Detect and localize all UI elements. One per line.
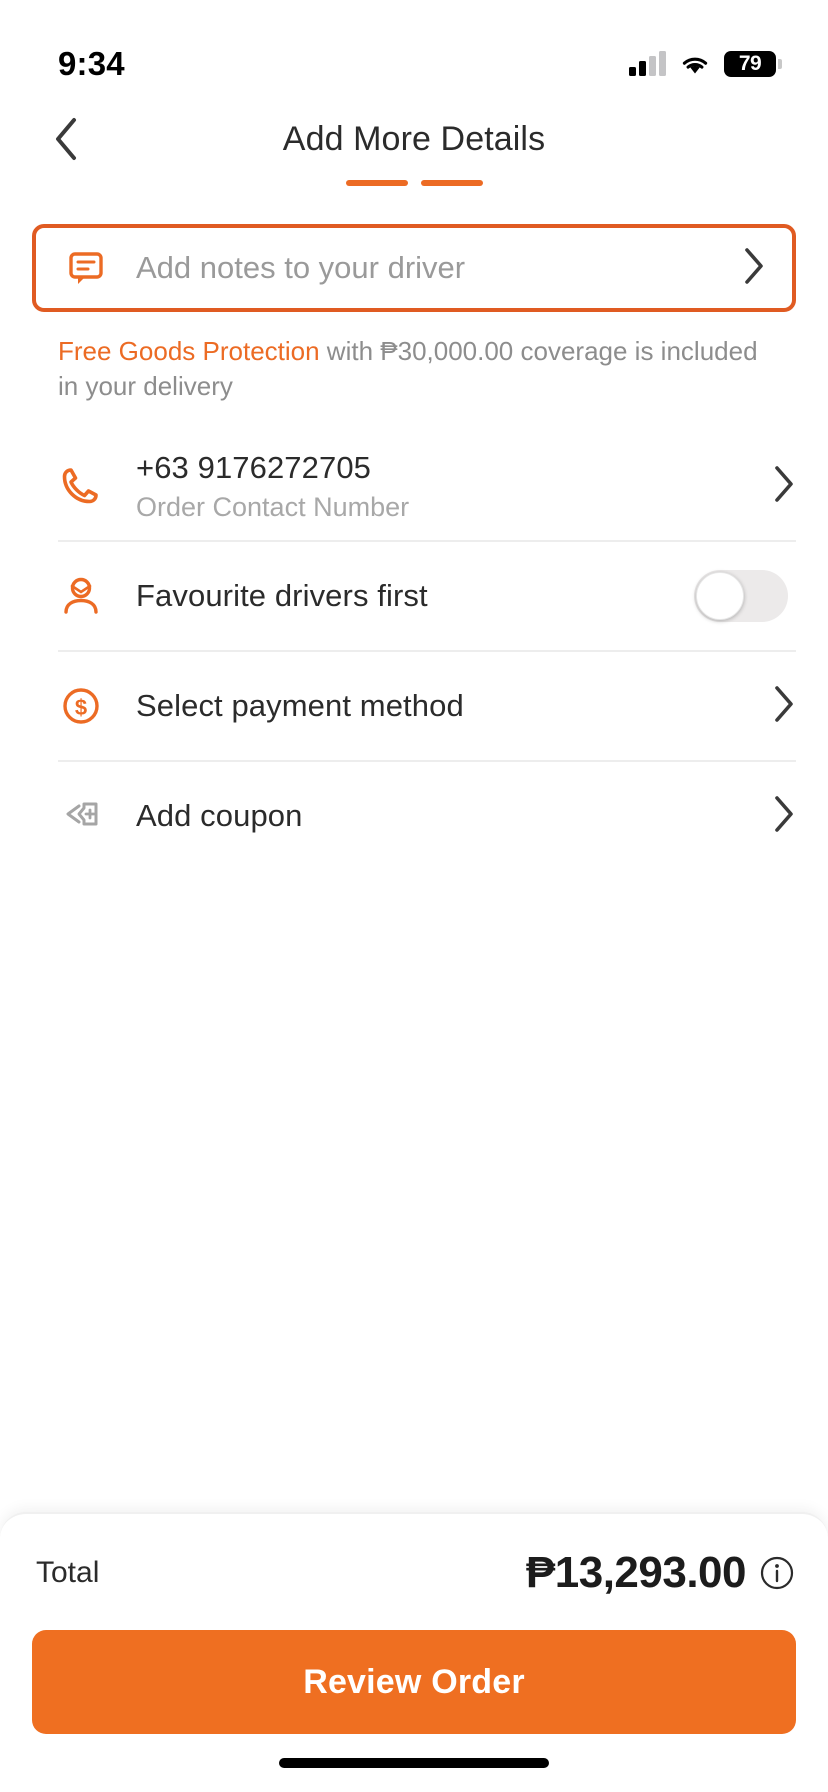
payment-method-body: Select payment method [136,688,772,724]
add-coupon-body: Add coupon [136,798,772,834]
favourite-drivers-body: Favourite drivers first [136,578,694,614]
chevron-right-icon [772,684,796,729]
message-note-icon [64,246,108,290]
sidebar-item-order-contact-number[interactable]: +63 9176272705 Order Contact Number [0,432,828,540]
driver-notes-field[interactable]: Add notes to your driver [32,224,796,312]
chevron-right-icon [742,246,766,291]
home-indicator [279,1758,549,1768]
step-progress-indicator [0,180,828,194]
navigation-bar: Add More Details [0,100,828,178]
total-amount: ₱13,293.00 [525,1548,747,1597]
driver-notes-section: Add notes to your driver [0,194,828,312]
total-value-group: ₱13,293.00 [526,1548,794,1598]
total-label: Total [36,1556,100,1589]
driver-notes-placeholder: Add notes to your driver [136,250,466,285]
toggle-knob [696,572,744,621]
page-title: Add More Details [282,119,546,158]
status-indicators: 79 [629,51,782,77]
total-row: Total ₱13,293.00 [32,1548,796,1598]
sidebar-item-add-coupon[interactable]: Add coupon [0,762,828,870]
select-payment-method-label: Select payment method [136,688,464,724]
status-time: 9:34 [58,45,125,82]
battery-level: 79 [738,52,762,75]
wifi-icon [679,52,711,76]
goods-protection-note: Free Goods Protection with ₱30,000.00 co… [0,312,828,404]
order-contact-number-value: +63 9176272705 [136,449,372,485]
cellular-signal-icon [629,51,666,76]
favourite-drivers-label: Favourite drivers first [136,578,428,614]
home-indicator-area [32,1734,796,1792]
progress-segment-2 [420,180,483,186]
order-contact-body: +63 9176272705 Order Contact Number [136,450,772,523]
checkout-footer: Total ₱13,293.00 Review Order [0,1512,828,1792]
sidebar-item-favourite-drivers-first[interactable]: Favourite drivers first [0,542,828,650]
info-circle-icon[interactable] [760,1556,794,1590]
review-order-label: Review Order [303,1662,525,1701]
back-button[interactable] [36,109,96,169]
battery-cap [778,59,782,69]
progress-segment-1 [345,180,408,186]
chevron-right-icon [772,794,796,839]
status-bar: 9:34 79 [0,0,828,100]
user-star-icon [58,573,114,619]
coupon-add-icon [58,793,114,839]
order-contact-number-label: Order Contact Number [136,491,410,522]
review-order-button[interactable]: Review Order [32,1630,796,1734]
dollar-coin-icon: $ [58,683,114,729]
goods-protection-highlight: Free Goods Protection [58,336,320,366]
chevron-left-icon [56,118,76,160]
add-coupon-label: Add coupon [136,798,303,834]
app-screen: 9:34 79 Add More Details Add notes to yo… [0,0,828,1792]
battery-icon: 79 [724,51,782,77]
details-list: +63 9176272705 Order Contact Number Favo… [0,432,828,870]
chevron-right-icon [772,464,796,509]
sidebar-item-select-payment-method[interactable]: $ Select payment method [0,652,828,760]
favourite-drivers-toggle[interactable] [694,570,788,623]
svg-text:$: $ [75,695,87,720]
phone-icon [58,463,114,509]
